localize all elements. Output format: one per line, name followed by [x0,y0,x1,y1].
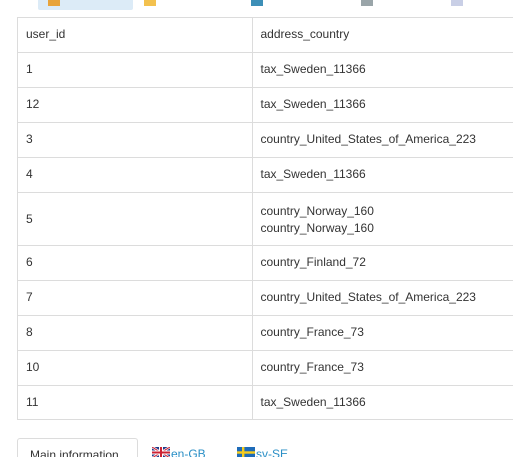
table-row[interactable]: 11 tax_Sweden_11366 [18,384,513,420]
flag-icon [451,0,463,6]
column-header-user-id[interactable]: user_id [18,18,253,52]
folder-icon [144,0,156,6]
tab-sv-se[interactable]: sv-SE [237,447,288,457]
table-row[interactable]: 4 tax_Sweden_11366 [18,156,513,192]
table-row[interactable]: 1 tax_Sweden_11366 [18,51,513,87]
cell-user-id: 1 [18,51,253,87]
cell-address-country: country_France_73 [252,314,513,350]
cell-address-country: country_Norway_160 country_Norway_160 [252,191,513,245]
country-value: country_Finland_72 [260,255,366,269]
cell-user-id: 11 [18,384,253,420]
page: user_id address_country 1 tax_Sweden_113… [0,0,513,457]
table-row[interactable]: 5 country_Norway_160 country_Norway_160 [18,191,513,245]
country-value: country_United_States_of_America_223 [260,290,476,304]
country-value: tax_Sweden_11366 [260,167,366,181]
cell-address-country: tax_Sweden_11366 [252,51,513,87]
table-header-row: user_id address_country [18,18,513,52]
cell-address-country: tax_Sweden_11366 [252,384,513,420]
country-value: country_Norway_160 [260,220,374,235]
tab-main-information[interactable]: Main information [17,438,138,457]
country-value: country_United_States_of_America_223 [260,132,476,146]
country-value: country_France_73 [260,360,364,374]
column-header-address-country[interactable]: address_country [252,18,513,52]
cell-address-country: country_Finland_72 [252,244,513,280]
table-row[interactable]: 8 country_France_73 [18,314,513,350]
top-tab-strip [17,0,513,10]
country-value: tax_Sweden_11366 [260,62,366,76]
cell-user-id: 4 [18,156,253,192]
cell-address-country: tax_Sweden_11366 [252,86,513,122]
tab-4[interactable] [359,0,439,10]
uk-flag-icon [152,447,170,457]
cell-address-country: country_United_States_of_America_223 [252,121,513,157]
tab-active[interactable] [38,0,133,10]
cell-address-country: tax_Sweden_11366 [252,156,513,192]
country-value: country_France_73 [260,325,364,339]
table-row[interactable]: 10 country_France_73 [18,349,513,385]
cell-user-id: 10 [18,349,253,385]
country-value: country_Norway_160 [260,203,374,218]
cell-user-id: 8 [18,314,253,350]
results-table: user_id address_country 1 tax_Sweden_113… [18,18,513,420]
cell-user-id: 3 [18,121,253,157]
country-value: tax_Sweden_11366 [260,395,366,410]
tab-sv-se-label: sv-SE [256,447,289,457]
table-row[interactable]: 12 tax_Sweden_11366 [18,86,513,122]
document-icon [361,0,373,6]
sweden-flag-icon [237,447,255,457]
table-row[interactable]: 6 country_Finland_72 [18,244,513,280]
tab-3[interactable] [249,0,339,10]
tab-icon [48,0,60,6]
table-row[interactable]: 3 country_United_States_of_America_223 [18,121,513,157]
cell-user-id: 5 [18,191,253,245]
country-value: tax_Sweden_11366 [260,97,366,111]
tab-en-gb[interactable]: en-GB [152,447,206,457]
language-tab-bar: Main information en-GB sv-SE [17,438,513,457]
cell-user-id: 12 [18,86,253,122]
tab-en-gb-label: en-GB [171,447,206,457]
table-row[interactable]: 7 country_United_States_of_America_223 [18,279,513,315]
cell-user-id: 7 [18,279,253,315]
data-grid: user_id address_country 1 tax_Sweden_113… [17,17,513,420]
database-icon [251,0,263,6]
tab-5[interactable] [449,0,513,10]
tab-2[interactable] [142,0,232,10]
cell-user-id: 6 [18,244,253,280]
cell-address-country: country_France_73 [252,349,513,385]
cell-address-country: country_United_States_of_America_223 [252,279,513,315]
